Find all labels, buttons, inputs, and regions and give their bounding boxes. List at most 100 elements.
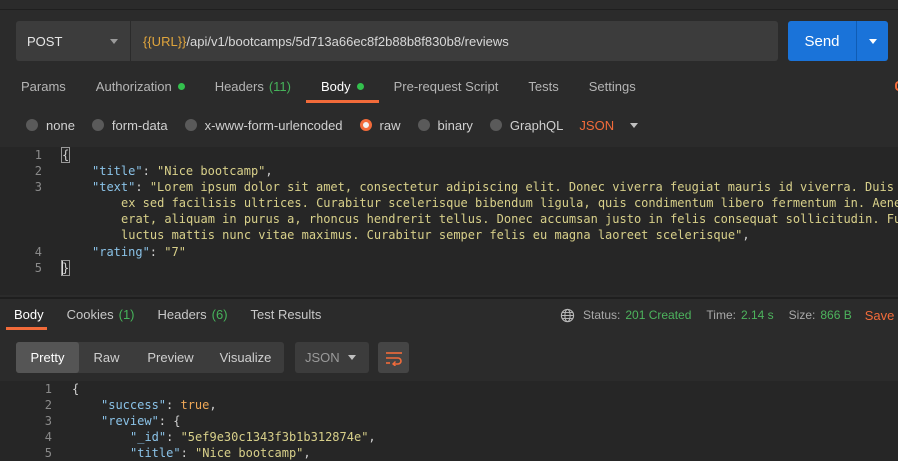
tab-response-body[interactable]: Body [0, 299, 53, 330]
response-meta: Status: 201 Created Time: 2.14 s Size: 8… [560, 307, 894, 323]
tab-authorization[interactable]: Authorization [81, 69, 200, 103]
active-dot-icon [177, 82, 185, 90]
line-number: 1 [34, 148, 42, 162]
time-label: Time: [706, 308, 736, 322]
tab-headers[interactable]: Headers (11) [200, 69, 306, 103]
code-line: "success": true, [101, 398, 217, 412]
tab-pre-request-script[interactable]: Pre-request Script [379, 69, 514, 103]
tab-label: Tests [528, 78, 559, 94]
open-brace: { [60, 147, 71, 163]
radio-graphql[interactable]: GraphQL [489, 117, 564, 133]
radio-none[interactable]: none [26, 118, 75, 133]
status-label: Status: [583, 308, 621, 322]
radio-form-data[interactable]: form-data [91, 117, 168, 133]
method-select[interactable]: POST [16, 21, 131, 61]
tab-params[interactable]: Params [6, 69, 81, 103]
code-line: "rating": "7" [92, 245, 186, 259]
tab-response-headers[interactable]: Headers (6) [144, 299, 237, 330]
close-brace: } [60, 260, 71, 276]
tab-label: Body [320, 78, 351, 94]
tab-label: Settings [588, 78, 636, 94]
response-body-viewer[interactable]: 1 2 3 4 5 { "success": true, "review": {… [0, 381, 898, 461]
json-key: "title" [92, 164, 143, 178]
method-label: POST [27, 33, 63, 49]
radio-circle-icon [91, 119, 104, 131]
radio-raw[interactable]: raw [359, 117, 401, 133]
send-button[interactable]: Send [788, 21, 857, 61]
code-line: } [60, 260, 71, 276]
save-response-button[interactable]: Save [865, 308, 895, 323]
tab-cookies[interactable]: Cookies (1) [53, 299, 144, 330]
tab-label: Params [21, 78, 66, 94]
json-string: "Lorem ipsum dolor sit amet, consectetur… [149, 180, 894, 194]
radio-circle-icon [26, 119, 38, 131]
chevron-down-icon [348, 355, 356, 360]
language-label: JSON [579, 117, 615, 133]
line-number: 2 [34, 164, 42, 178]
request-bar: POST {{URL}}/api/v1/bootcamps/5d713a66ec… [16, 21, 778, 61]
tab-tests[interactable]: Tests [513, 69, 573, 103]
radio-circle-icon [489, 119, 502, 131]
radio-label: GraphQL [509, 117, 564, 133]
tab-test-results[interactable]: Test Results [237, 299, 331, 330]
code-line: "title": "Nice bootcamp", [92, 164, 273, 178]
line-number: 4 [34, 245, 42, 259]
radio-binary[interactable]: binary [417, 118, 473, 133]
tab-count: (11) [268, 78, 291, 94]
radio-circle-icon [184, 119, 197, 131]
tab-count: (6) [211, 307, 228, 322]
tab-count: (1) [118, 307, 135, 322]
radio-label: raw [379, 117, 401, 133]
json-boolean: true [180, 398, 210, 412]
code-line: "text": "Lorem ipsum dolor sit amet, con… [92, 180, 894, 194]
tab-label: Cookies [66, 307, 114, 322]
view-visualize[interactable]: Visualize [207, 342, 284, 373]
wrap-lines-button[interactable] [378, 342, 409, 373]
body-type-options: none form-data x-www-form-urlencoded raw… [26, 114, 639, 136]
body-language-select[interactable]: JSON [579, 117, 639, 133]
time-value[interactable]: 2.14 s [741, 308, 774, 322]
tab-body[interactable]: Body [305, 69, 379, 103]
code-line: "_id": "5ef9e30c1343f3b1b312874e", [130, 430, 376, 444]
url-variable: {{URL}} [143, 33, 187, 49]
view-preview[interactable]: Preview [134, 342, 207, 373]
code-line: "title": "Nice bootcamp", [130, 446, 311, 460]
status-value[interactable]: 201 Created [625, 308, 691, 322]
json-key: "rating" [92, 245, 150, 259]
json-key: "title" [130, 446, 181, 460]
size-value[interactable]: 866 B [820, 308, 851, 322]
tab-settings[interactable]: Settings [574, 69, 651, 103]
view-pretty[interactable]: Pretty [16, 342, 79, 373]
line-number: 3 [34, 180, 42, 194]
radio-x-www-form-urlencoded[interactable]: x-www-form-urlencoded [184, 118, 343, 133]
radio-label: form-data [111, 117, 168, 133]
json-string: "Nice bootcamp" [195, 446, 304, 460]
json-key: "text" [92, 180, 136, 194]
size-label: Size: [788, 308, 816, 322]
request-body-editor[interactable]: 1 2 3 4 5 { "title": "Nice bootcamp", "t… [0, 147, 898, 295]
send-button-group: Send [788, 21, 888, 61]
view-raw[interactable]: Raw [79, 342, 134, 373]
response-format-select[interactable]: JSON [295, 342, 369, 373]
tab-label: Authorization [95, 78, 172, 94]
response-tabs: Body Cookies (1) Headers (6) Test Results [0, 299, 330, 331]
json-key: "review" [101, 414, 159, 428]
code-line-wrapped: luctus mattis nunc vitae maximus. Curabi… [121, 228, 750, 242]
chevron-down-icon [868, 38, 877, 44]
send-options-button[interactable] [857, 21, 888, 61]
code-line-wrapped: erat, aliquam in purus a, rhoncus hendre… [121, 212, 898, 226]
tab-label: Test Results [250, 307, 322, 322]
response-view-switch: Pretty Raw Preview Visualize [16, 342, 284, 373]
globe-icon[interactable] [560, 308, 575, 323]
tab-label: Headers [157, 307, 207, 322]
url-path: /api/v1/bootcamps/5d713a66ec8f2b88b8f830… [186, 33, 509, 49]
line-number: 5 [44, 446, 52, 460]
tab-label: Pre-request Script [393, 78, 499, 94]
wrap-lines-icon [385, 351, 402, 366]
json-string: "Nice bootcamp" [157, 164, 266, 178]
line-number: 1 [44, 382, 52, 396]
url-input[interactable]: {{URL}}/api/v1/bootcamps/5d713a66ec8f2b8… [131, 34, 509, 49]
radio-selected-icon [359, 119, 372, 131]
open-brace: { [72, 382, 80, 396]
chevron-down-icon [110, 38, 118, 44]
